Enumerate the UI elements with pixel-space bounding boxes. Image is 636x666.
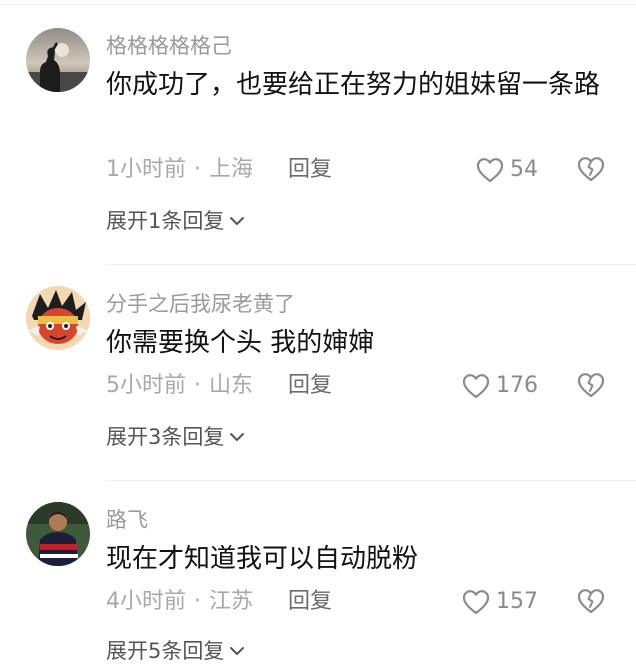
comment-text: 你成功了，也要给正在努力的姐妹留一条路: [106, 70, 601, 100]
avatar[interactable]: [26, 286, 90, 350]
expand-replies-button[interactable]: 展开3条回复: [106, 422, 246, 452]
meta-separator: ·: [194, 157, 201, 182]
meta-separator: ·: [194, 373, 201, 398]
reply-button[interactable]: 回复: [288, 587, 332, 617]
location: 江苏: [209, 589, 254, 614]
dislike-button[interactable]: [576, 155, 606, 185]
dislike-button[interactable]: [576, 371, 606, 401]
like-button[interactable]: 176: [462, 371, 538, 401]
broken-heart-icon: [577, 589, 605, 614]
chevron-down-icon: [230, 647, 245, 655]
avatar[interactable]: [26, 28, 90, 92]
broken-heart-icon: [577, 157, 605, 182]
username[interactable]: 路飞: [106, 506, 148, 534]
reply-button[interactable]: 回复: [288, 371, 332, 401]
meta-separator: ·: [194, 589, 201, 614]
timestamp: 1小时前: [106, 157, 186, 182]
expand-replies-button[interactable]: 展开1条回复: [106, 206, 246, 236]
comment-divider: [106, 480, 636, 481]
comment-meta: 1小时前 · 上海: [106, 155, 253, 185]
heart-outline-icon: [476, 158, 504, 183]
chevron-down-icon: [230, 433, 245, 441]
location: 山东: [209, 373, 254, 398]
expand-replies-button[interactable]: 展开5条回复: [106, 636, 246, 666]
comment-divider: [106, 264, 636, 265]
top-divider: [0, 4, 636, 5]
comment-text: 现在才知道我可以自动脱粉: [106, 544, 419, 574]
comment-meta: 4小时前 · 江苏: [106, 587, 253, 617]
username[interactable]: 格格格格格己: [106, 32, 232, 60]
reply-button[interactable]: 回复: [288, 155, 332, 185]
comment-text: 你需要换个头 我的婶婶: [106, 328, 375, 358]
username[interactable]: 分手之后我尿老黄了: [106, 290, 295, 318]
timestamp: 4小时前: [106, 589, 186, 614]
location: 上海: [209, 157, 254, 182]
expand-replies-label: 展开3条回复: [106, 425, 225, 449]
like-button[interactable]: 157: [462, 587, 538, 617]
like-count: 176: [496, 373, 538, 398]
timestamp: 5小时前: [106, 373, 186, 398]
broken-heart-icon: [577, 373, 605, 398]
like-count: 54: [510, 157, 538, 182]
like-button[interactable]: 54: [476, 155, 538, 185]
avatar[interactable]: [26, 502, 90, 566]
dislike-button[interactable]: [576, 587, 606, 617]
chevron-down-icon: [230, 217, 245, 225]
expand-replies-label: 展开1条回复: [106, 209, 225, 233]
heart-outline-icon: [462, 590, 490, 615]
expand-replies-label: 展开5条回复: [106, 639, 225, 663]
like-count: 157: [496, 589, 538, 614]
heart-outline-icon: [462, 374, 490, 399]
comment-meta: 5小时前 · 山东: [106, 371, 253, 401]
